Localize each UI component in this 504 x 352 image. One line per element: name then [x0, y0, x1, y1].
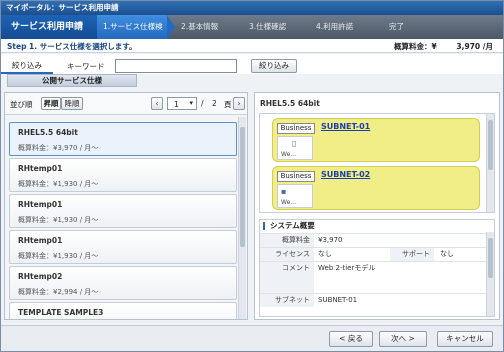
- step-arrow-icon: [167, 15, 175, 39]
- business-badge: Business: [277, 123, 315, 134]
- server-icon: ▪: [281, 187, 287, 196]
- subnet-box: Business SUBNET-02 ▪ We...: [272, 166, 480, 210]
- step-header: Step 1. サービス仕様を選択します。 概算料金：¥ 3,970 /月: [1, 39, 503, 53]
- list-item[interactable]: TEMPLATE SAMPLE3: [9, 302, 237, 319]
- vm-node[interactable]: ▪ We...: [277, 184, 313, 208]
- page-total: 2: [212, 99, 217, 108]
- subnet-link[interactable]: SUBNET-02: [321, 170, 370, 179]
- tab-filter[interactable]: 絞り込み: [1, 58, 53, 74]
- step-5-complete: 完了: [389, 22, 404, 31]
- page-unit: 頁: [224, 100, 232, 109]
- vm-node[interactable]: ▯ We...: [277, 136, 313, 160]
- sort-asc-button[interactable]: 昇順: [41, 97, 61, 110]
- fee-value: ¥3,970: [318, 236, 343, 244]
- chevron-left-icon: ‹: [155, 99, 159, 108]
- vm-label: We...: [281, 151, 296, 158]
- list-item-title: RHtemp01: [18, 164, 63, 173]
- step-4-license-agreement: 4.利用許諾: [316, 22, 354, 31]
- detail-title: RHEL5.5 64bit: [260, 99, 320, 108]
- step-3-spec-confirm: 3.仕様確認: [249, 22, 287, 31]
- diagram-scroll-thumb[interactable]: [488, 120, 493, 170]
- estimated-cost-value: 3,970 /月: [456, 42, 493, 51]
- footer-bar: < 戻る 次へ > キャンセル: [1, 325, 503, 351]
- overview-scroll-thumb[interactable]: [488, 238, 493, 278]
- list-scrollbar[interactable]: [238, 117, 246, 319]
- list-item-price: 概算料金：¥1,930 / 月～: [18, 180, 99, 188]
- support-value: なし: [440, 250, 454, 258]
- comment-label: コメント: [260, 262, 314, 293]
- service-detail-pane: RHEL5.5 64bit Business SUBNET-01 ▯ We...…: [254, 92, 500, 320]
- list-item[interactable]: RHEL5.5 64bit 概算料金：¥3,970 / 月～: [9, 122, 237, 156]
- portal-window: マイポータル：サービス利用申請 サービス利用申請 1.サービス仕様検索 2.基本…: [0, 0, 504, 352]
- subnet-box: Business SUBNET-01 ▯ We...: [272, 118, 480, 162]
- tab-public-service-specs[interactable]: 公開サービス仕様: [7, 74, 137, 87]
- step-instruction: Step 1. サービス仕様を選択します。: [7, 42, 137, 51]
- service-list-pane: 並び順 昇順 降順 ‹ 1 ▾ / 2 頁 › RHEL5.5 64bit 概算…: [4, 92, 248, 320]
- subnet-label: サブネット: [260, 294, 314, 307]
- list-item-title: RHEL5.5 64bit: [18, 128, 78, 137]
- list-scroll-thumb[interactable]: [240, 127, 245, 247]
- list-item-price: 概算料金：¥1,930 / 月～: [18, 252, 99, 260]
- list-item[interactable]: RHtemp01 概算料金：¥1,930 / 月～: [9, 158, 237, 192]
- fee-row: 概算料金 ¥3,970: [260, 233, 486, 247]
- step-2-basic-info: 2.基本情報: [181, 22, 219, 31]
- list-item-title: TEMPLATE SAMPLE3: [18, 308, 104, 317]
- list-item-price: 概算料金：¥1,930 / 月～: [18, 216, 99, 224]
- filter-button[interactable]: 絞り込み: [251, 59, 297, 73]
- license-row: ライセンス なし サポート なし: [260, 247, 486, 261]
- comment-value: Web 2-tierモデル: [318, 264, 376, 272]
- list-item[interactable]: RHtemp02 概算料金：¥2,994 / 月～: [9, 266, 237, 300]
- overview-scrollbar[interactable]: [486, 232, 494, 316]
- list-item-price: 概算料金：¥3,970 / 月～: [18, 144, 99, 152]
- diagram-scrollbar[interactable]: [486, 114, 494, 212]
- business-badge: Business: [277, 171, 315, 182]
- chevron-right-icon: ›: [237, 99, 241, 108]
- system-overview: システム概要 概算料金 ¥3,970 ライセンス なし サポート なし コメント…: [259, 219, 495, 317]
- list-item-title: RHtemp01: [18, 236, 63, 245]
- list-item-title: RHtemp02: [18, 272, 63, 281]
- keyword-input[interactable]: [115, 59, 237, 73]
- next-button[interactable]: 次へ >: [379, 331, 427, 347]
- list-item-price: 概算料金：¥2,994 / 月～: [18, 288, 99, 296]
- network-diagram: Business SUBNET-01 ▯ We... Business SUBN…: [259, 113, 495, 213]
- list-item[interactable]: RHtemp01 概算料金：¥1,930 / 月～: [9, 230, 237, 264]
- list-item-title: RHtemp01: [18, 200, 63, 209]
- back-button[interactable]: < 戻る: [329, 331, 373, 347]
- server-icon: ▯: [292, 139, 297, 148]
- page-current: 1: [174, 100, 179, 109]
- wizard-main-title: サービス利用申請: [1, 15, 97, 39]
- fee-label: 概算料金: [260, 234, 314, 247]
- window-title: マイポータル：サービス利用申請: [1, 1, 503, 15]
- cancel-button[interactable]: キャンセル: [437, 331, 493, 347]
- service-list: RHEL5.5 64bit 概算料金：¥3,970 / 月～ RHtemp01 …: [7, 117, 239, 319]
- license-value: なし: [318, 250, 332, 258]
- chevron-down-icon: ▾: [189, 99, 193, 107]
- page-separator: /: [201, 99, 204, 108]
- wizard-steps: サービス利用申請 1.サービス仕様検索 2.基本情報 3.仕様確認 4.利用許諾…: [1, 15, 503, 55]
- next-page-button[interactable]: ›: [233, 97, 245, 110]
- keyword-label: キーワード: [67, 62, 105, 71]
- subnet-link[interactable]: SUBNET-01: [321, 122, 370, 131]
- subnet-row: サブネット SUBNET-01: [260, 293, 486, 307]
- license-label: ライセンス: [260, 248, 314, 261]
- vm-label: We...: [281, 199, 296, 206]
- step-1-spec-search: 1.サービス仕様検索: [97, 15, 167, 55]
- page-select[interactable]: 1 ▾: [167, 97, 197, 110]
- system-overview-heading: システム概要: [270, 221, 315, 230]
- subnet-value: SUBNET-01: [318, 296, 358, 304]
- comment-row: コメント Web 2-tierモデル: [260, 261, 486, 293]
- support-label: サポート: [390, 248, 434, 261]
- sort-desc-button[interactable]: 降順: [61, 97, 83, 110]
- prev-page-button[interactable]: ‹: [151, 97, 163, 110]
- list-item[interactable]: RHtemp01 概算料金：¥1,930 / 月～: [9, 194, 237, 228]
- estimated-cost-label: 概算料金：¥: [394, 42, 437, 51]
- sort-label: 並び順: [10, 100, 33, 109]
- sort-bar: 並び順 昇順 降順 ‹ 1 ▾ / 2 頁 ›: [5, 93, 247, 115]
